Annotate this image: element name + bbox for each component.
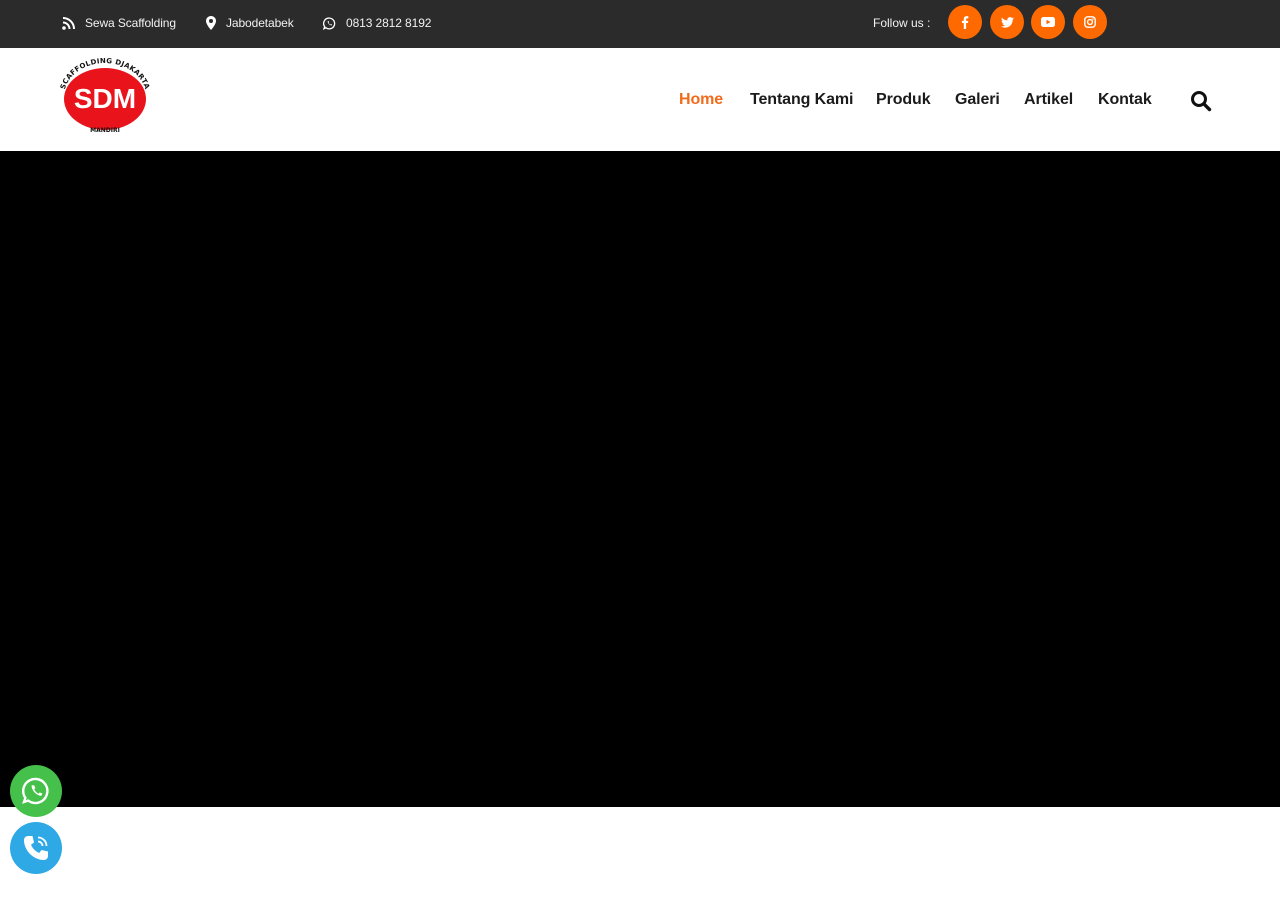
nav-item-galeri[interactable]: Galeri <box>955 91 1000 109</box>
hero-banner <box>0 151 1280 807</box>
instagram-button[interactable] <box>1073 5 1107 39</box>
nav-item-home[interactable]: Home <box>679 91 723 109</box>
whatsapp-icon <box>323 16 336 30</box>
nav-item-artikel[interactable]: Artikel <box>1024 91 1073 109</box>
youtube-icon <box>1041 17 1055 27</box>
twitter-button[interactable] <box>990 5 1024 39</box>
nav-item-produk[interactable]: Produk <box>876 91 931 109</box>
facebook-button[interactable] <box>948 5 982 39</box>
phone-icon <box>24 836 48 860</box>
topbar-item-phone[interactable]: 0813 2812 8192 <box>323 14 431 32</box>
map-marker-icon <box>206 16 216 30</box>
nav-item-kontak[interactable]: Kontak <box>1098 91 1152 109</box>
topbar-item-label: 0813 2812 8192 <box>346 16 432 30</box>
facebook-icon <box>961 15 969 29</box>
follow-us-label: Follow us : <box>873 16 931 30</box>
floating-call-button[interactable] <box>10 822 62 874</box>
topbar-item-sewa[interactable]: Sewa Scaffolding <box>62 14 176 32</box>
site-header: SCAFFOLDING DJAKARTA SDM MANDIRI Home Te… <box>0 48 1280 151</box>
logo-bottom-text: MANDIRI <box>90 127 120 134</box>
youtube-button[interactable] <box>1031 5 1065 39</box>
topbar-item-location[interactable]: Jabodetabek <box>206 14 294 32</box>
topbar-item-label: Jabodetabek <box>226 16 294 30</box>
instagram-icon <box>1084 16 1096 28</box>
search-button[interactable] <box>1190 90 1212 112</box>
nav-item-tentang-kami[interactable]: Tentang Kami <box>750 91 854 109</box>
sdm-logo-icon: SCAFFOLDING DJAKARTA SDM MANDIRI <box>59 57 151 134</box>
search-icon <box>1191 91 1212 112</box>
twitter-icon <box>1000 16 1014 28</box>
rss-icon <box>62 16 75 30</box>
top-bar: Sewa Scaffolding Jabodetabek 0813 2812 8… <box>0 0 1280 48</box>
whatsapp-icon <box>22 777 49 805</box>
logo-main-text: SDM <box>74 83 136 114</box>
site-logo[interactable]: SCAFFOLDING DJAKARTA SDM MANDIRI <box>58 57 152 136</box>
floating-whatsapp-button[interactable] <box>10 765 62 817</box>
topbar-item-label: Sewa Scaffolding <box>85 16 176 30</box>
